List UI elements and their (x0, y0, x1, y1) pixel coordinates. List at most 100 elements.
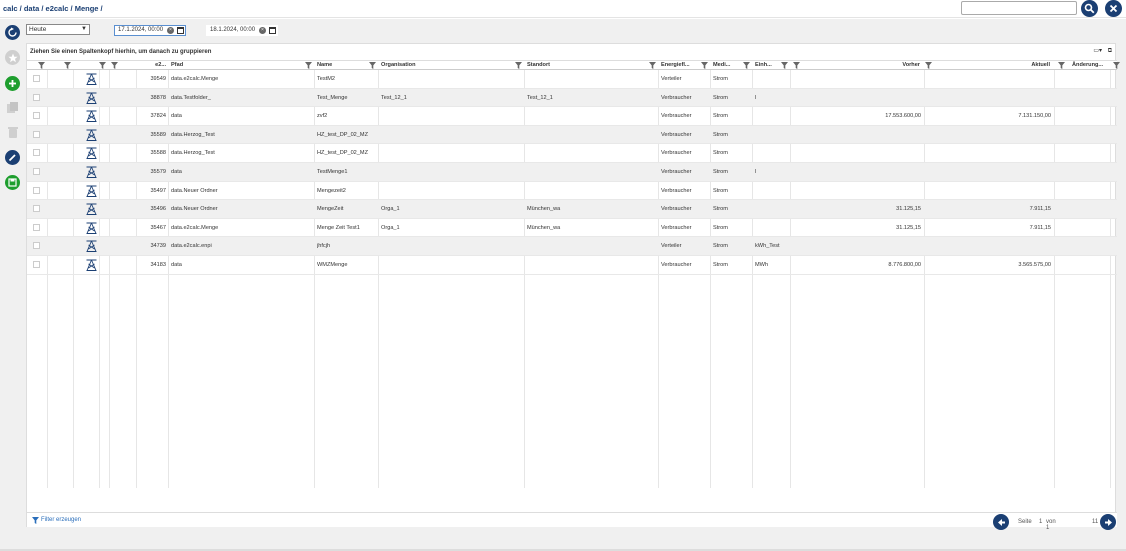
cell-id: 35579 (150, 169, 166, 175)
chevron-down-icon: ▼ (81, 26, 87, 32)
cell-medium: Strom (713, 206, 728, 213)
cell-medium: Strom (713, 131, 728, 138)
column-filter-icon[interactable] (781, 62, 788, 69)
column-header[interactable]: Standort (527, 62, 550, 68)
edit-icon[interactable] (5, 150, 20, 165)
export-icon[interactable]: ⧉ (1108, 48, 1112, 54)
column-filter-icon[interactable] (701, 62, 708, 69)
previous-page-icon[interactable] (993, 514, 1009, 530)
row-checkbox[interactable] (33, 168, 40, 175)
table-row[interactable]: 35496 data.Neuer Ordner MengeZeit Orga_1 Mün… (27, 200, 1117, 219)
meter-tower-icon (86, 110, 97, 123)
column-header[interactable]: Name (317, 62, 332, 68)
column-filter-icon[interactable] (743, 62, 750, 69)
column-filter-icon[interactable] (64, 62, 71, 69)
column-header[interactable]: Medi... (713, 62, 730, 68)
search-icon[interactable] (1081, 0, 1098, 17)
row-checkbox[interactable] (33, 93, 40, 101)
column-filter-icon[interactable] (649, 62, 656, 69)
clear-icon[interactable]: × (259, 27, 266, 34)
search-input[interactable] (961, 1, 1077, 15)
cell-vorher: 31.125,15 (896, 224, 921, 231)
row-checkbox[interactable] (33, 186, 40, 194)
cell-pfad: data.e2calc.Menge (171, 76, 219, 82)
cell-vorher: 17.553.600,00 (885, 113, 921, 120)
date-to-value: 18.1.2024, 00:00 (210, 27, 256, 33)
column-header[interactable]: Einh... (755, 62, 772, 68)
cell-medium: Strom (713, 169, 728, 175)
cell-energie: Verbraucher (661, 94, 692, 101)
cell-aktuell: 3.565.575,00 (1018, 262, 1051, 268)
filter-bar: Filter erzeugen (27, 512, 1117, 527)
column-filter-icon[interactable] (793, 62, 800, 69)
row-checkbox[interactable] (33, 112, 40, 120)
column-filter-icon[interactable] (369, 62, 376, 69)
column-filter-icon[interactable] (925, 62, 932, 69)
row-checkbox[interactable] (33, 75, 40, 82)
table-row[interactable]: 35589 data.Herzog_Test HZ_test_DP_02_MZ Ver… (27, 125, 1117, 145)
date-from-field[interactable]: 17.1.2024, 00:00 × (114, 25, 186, 36)
column-header[interactable]: Aktuell (937, 62, 1050, 68)
cell-name: Menge Zeit Test1 (317, 224, 360, 231)
column-chooser-icon[interactable]: ▭▾ (1093, 48, 1102, 54)
table-row[interactable]: 35579 data TestMenge1 Verbraucher Strom l (27, 163, 1117, 182)
close-icon[interactable] (1105, 0, 1122, 17)
column-filter-icon[interactable] (1113, 62, 1120, 69)
column-header[interactable]: Energiefl... (661, 62, 690, 68)
table-row[interactable]: 39549 data.e2calc.Menge TestM2 Verteiler Str… (27, 70, 1117, 89)
clear-icon[interactable]: × (167, 27, 174, 34)
filter-create-link[interactable]: Filter erzeugen (41, 517, 81, 523)
row-checkbox[interactable] (33, 205, 40, 213)
column-header[interactable]: Pfad (171, 62, 183, 68)
column-filter-icon[interactable] (1058, 62, 1065, 69)
top-bar: calc / data / e2calc / Menge / (0, 0, 1126, 18)
row-checkbox[interactable] (33, 223, 40, 231)
column-filter-icon[interactable] (99, 62, 106, 69)
table-row[interactable]: 37824 data zvf2 Verbraucher Strom 17.553.600,… (27, 107, 1117, 126)
column-filter-icon[interactable] (515, 62, 522, 69)
page-label: Seite (1018, 519, 1032, 525)
page-number[interactable]: 1 (1039, 519, 1042, 525)
column-header[interactable]: e2... (141, 62, 166, 68)
add-icon[interactable] (5, 76, 20, 91)
cell-id: 38878 (150, 94, 166, 101)
breadcrumb[interactable]: calc / data / e2calc / Menge / (3, 4, 103, 13)
column-filter-icon[interactable] (305, 62, 312, 69)
cell-pfad: data (171, 169, 182, 175)
row-checkbox[interactable] (33, 261, 40, 268)
row-checkbox[interactable] (33, 130, 40, 138)
period-select[interactable]: Heute ▼ (26, 24, 90, 35)
cell-energie: Verbraucher (661, 262, 692, 268)
calendar-icon[interactable] (269, 27, 276, 34)
cell-id: 39549 (150, 76, 166, 82)
cell-name: Mengezeit2 (317, 187, 346, 194)
table-row[interactable]: 38878 data.Testfolder_ Test_Menge Test_12_1… (27, 88, 1117, 108)
table-row[interactable]: 35497 data.Neuer Ordner Mengezeit2 Verbrauc… (27, 182, 1117, 201)
cell-standort: Test_12_1 (527, 94, 553, 101)
table-row[interactable]: 34183 data WMZMenge Verbraucher Strom MWh 8.77… (27, 256, 1117, 275)
table-row[interactable]: 35588 data.Herzog_Test HZ_test_DP_02_MZ Ver… (27, 144, 1117, 163)
save-icon[interactable] (5, 175, 20, 190)
row-checkbox[interactable] (33, 242, 40, 250)
next-page-icon[interactable] (1100, 514, 1116, 530)
calendar-icon[interactable] (177, 27, 184, 34)
cell-energie: Verbraucher (661, 187, 692, 194)
cell-aktuell: 7.131.150,00 (1018, 113, 1051, 120)
meter-tower-icon (86, 129, 97, 141)
page-total: von 1 (1046, 519, 1056, 531)
column-header[interactable]: Änderung... (1072, 62, 1103, 68)
refresh-icon[interactable] (5, 25, 20, 40)
favorite-icon (5, 50, 20, 65)
row-checkbox[interactable] (33, 149, 40, 157)
table-row[interactable]: 35467 data.e2calc.Menge Menge Zeit Test1 Or… (27, 219, 1117, 238)
column-filter-icon[interactable] (111, 62, 118, 69)
column-header[interactable]: Vorher (807, 62, 920, 68)
column-header[interactable]: Organisation (381, 62, 416, 68)
item-count: 11 (1092, 519, 1099, 525)
cell-id: 37824 (150, 113, 166, 120)
column-filter-icon[interactable] (38, 62, 45, 69)
meter-tower-icon (86, 185, 97, 197)
cell-vorher: 8.776.800,00 (888, 262, 921, 268)
table-row[interactable]: 34739 data.e2calc.enpi jhfcjh Verteiler Stro… (27, 237, 1117, 256)
date-to-field[interactable]: 18.1.2024, 00:00 × (206, 25, 278, 36)
